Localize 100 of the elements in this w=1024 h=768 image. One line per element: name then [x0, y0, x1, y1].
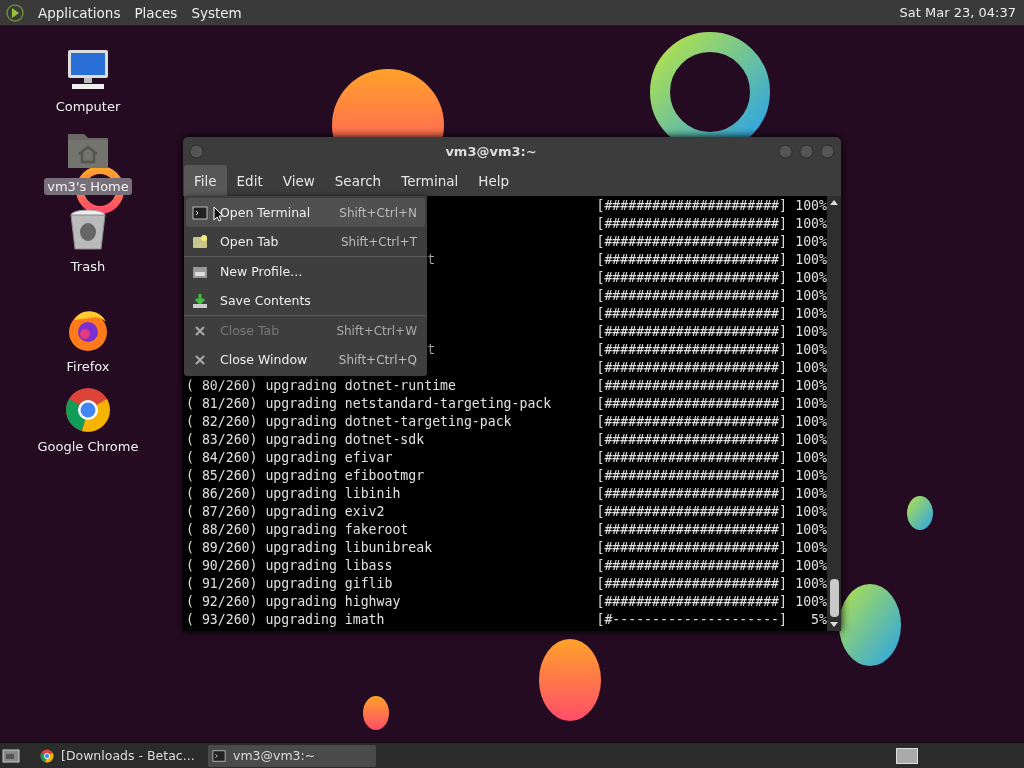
terminal-text: ( 80/260) upgrading dotnet-runtime: [186, 378, 456, 393]
terminal-text: ( 81/260) upgrading netstandard-targeting-pack: [186, 396, 552, 411]
percent-text: 100%: [794, 431, 827, 449]
progress-text: [######################]: [596, 449, 787, 467]
progress-text: [######################]: [596, 341, 787, 359]
percent-text: 100%: [794, 503, 827, 521]
terminal-icon: [192, 204, 208, 221]
menu-bar-item[interactable]: Terminal: [391, 165, 469, 196]
menu-bar-item[interactable]: File: [184, 165, 227, 196]
terminal-text: ( 90/260) upgrading libass: [186, 558, 393, 573]
progress-text: [######################]: [596, 251, 787, 269]
terminal-text: ( 85/260) upgrading efibootmgr: [186, 468, 425, 483]
progress-text: [#---------------------]: [596, 611, 787, 629]
progress-text: [######################]: [596, 557, 787, 575]
tab-icon: [192, 233, 208, 250]
percent-text: 100%: [794, 521, 827, 539]
terminal-icon: [212, 748, 226, 763]
menu-item[interactable]: Open Terminal Shift+Ctrl+N: [186, 198, 425, 227]
menu-bar-item[interactable]: Help: [468, 165, 520, 196]
chrome-icon: [40, 748, 54, 763]
progress-text: [######################]: [596, 395, 787, 413]
icon-label[interactable]: Computer: [52, 98, 124, 115]
percent-text: 100%: [794, 575, 827, 593]
terminal-text: ( 87/260) upgrading exiv2: [186, 504, 385, 519]
percent-text: 5%: [810, 611, 827, 629]
progress-text: [######################]: [596, 431, 787, 449]
percent-text: 100%: [794, 377, 827, 395]
panel-menu[interactable]: Applications: [38, 4, 121, 21]
progress-text: [######################]: [596, 485, 787, 503]
taskbar-item[interactable]: [Downloads - Betac...: [36, 744, 204, 767]
percent-text: 100%: [794, 233, 827, 251]
download-icon: [192, 292, 208, 309]
menu-item[interactable]: New Profile…: [186, 257, 425, 286]
menu-bar-item[interactable]: View: [272, 165, 325, 196]
clock[interactable]: Sat Mar 23, 04:37: [899, 5, 1018, 20]
percent-text: 100%: [794, 215, 827, 233]
progress-text: [######################]: [596, 215, 787, 233]
percent-text: 100%: [794, 395, 827, 413]
progress-text: [######################]: [596, 269, 787, 287]
percent-text: 100%: [794, 485, 827, 503]
scrollbar-thumb[interactable]: [829, 579, 839, 617]
terminal-text: t: [426, 342, 435, 357]
panel-menu[interactable]: Places: [134, 4, 178, 21]
terminal-text: ( 89/260) upgrading libunibreak: [186, 540, 433, 555]
show-desktop-icon[interactable]: [2, 747, 20, 764]
progress-text: [######################]: [596, 359, 787, 377]
chrome-icon: [64, 386, 112, 434]
scroll-up-icon[interactable]: [829, 198, 839, 206]
terminal-text: ( 88/260) upgrading fakeroot: [186, 522, 409, 537]
percent-text: 100%: [794, 323, 827, 341]
terminal-text: t: [426, 252, 435, 267]
percent-text: 100%: [794, 449, 827, 467]
terminal-text: ( 93/260) upgrading imath: [186, 612, 385, 627]
workspace-switcher[interactable]: [896, 747, 918, 764]
percent-text: 100%: [794, 359, 827, 377]
scrollbar[interactable]: [827, 196, 841, 631]
percent-text: 100%: [794, 539, 827, 557]
percent-text: 100%: [794, 557, 827, 575]
percent-text: 100%: [794, 467, 827, 485]
progress-text: [######################]: [596, 521, 787, 539]
logo-icon[interactable]: [6, 3, 24, 22]
percent-text: 100%: [794, 251, 827, 269]
scroll-down-icon[interactable]: [829, 621, 839, 629]
terminal-text: ( 92/260) upgrading highway: [186, 594, 401, 609]
percent-text: 100%: [794, 287, 827, 305]
menu-item[interactable]: Open Tab Shift+Ctrl+T: [186, 227, 425, 256]
progress-text: [######################]: [596, 287, 787, 305]
percent-text: 100%: [794, 197, 827, 215]
progress-text: [######################]: [596, 539, 787, 557]
progress-text: [######################]: [596, 413, 787, 431]
progress-text: [######################]: [596, 233, 787, 251]
progress-text: [######################]: [596, 197, 787, 215]
terminal-text: ( 82/260) upgrading dotnet-targeting-pack: [186, 414, 512, 429]
percent-text: 100%: [794, 413, 827, 431]
terminal-text: ( 91/260) upgrading giflib: [186, 576, 393, 591]
percent-text: 100%: [794, 305, 827, 323]
progress-text: [######################]: [596, 323, 787, 341]
window-title: vm3@vm3:~: [444, 143, 538, 159]
percent-text: 100%: [794, 269, 827, 287]
icon-label[interactable]: Firefox: [63, 358, 113, 375]
progress-text: [######################]: [596, 377, 787, 395]
progress-text: [######################]: [596, 305, 787, 323]
menu-item[interactable]: Close Window Shift+Ctrl+Q: [186, 345, 425, 374]
percent-text: 100%: [794, 593, 827, 611]
icon-label[interactable]: Google Chrome: [34, 438, 142, 455]
menu-item[interactable]: Save Contents: [186, 286, 425, 315]
taskbar-item[interactable]: vm3@vm3:~: [208, 744, 376, 767]
progress-text: [######################]: [596, 593, 787, 611]
panel-menu[interactable]: System: [191, 4, 242, 21]
terminal-text: ( 84/260) upgrading efivar: [186, 450, 393, 465]
menu-bar-item[interactable]: Edit: [226, 165, 273, 196]
icon-label[interactable]: vm3's Home: [44, 178, 132, 195]
percent-text: 100%: [794, 341, 827, 359]
terminal-text: ( 86/260) upgrading libinih: [186, 486, 401, 501]
progress-text: [######################]: [596, 467, 787, 485]
terminal-text: ( 83/260) upgrading dotnet-sdk: [186, 432, 425, 447]
menu-bar-item[interactable]: Search: [324, 165, 392, 196]
progress-text: [######################]: [596, 503, 787, 521]
icon-label[interactable]: Trash: [67, 258, 109, 275]
progress-text: [######################]: [596, 575, 787, 593]
